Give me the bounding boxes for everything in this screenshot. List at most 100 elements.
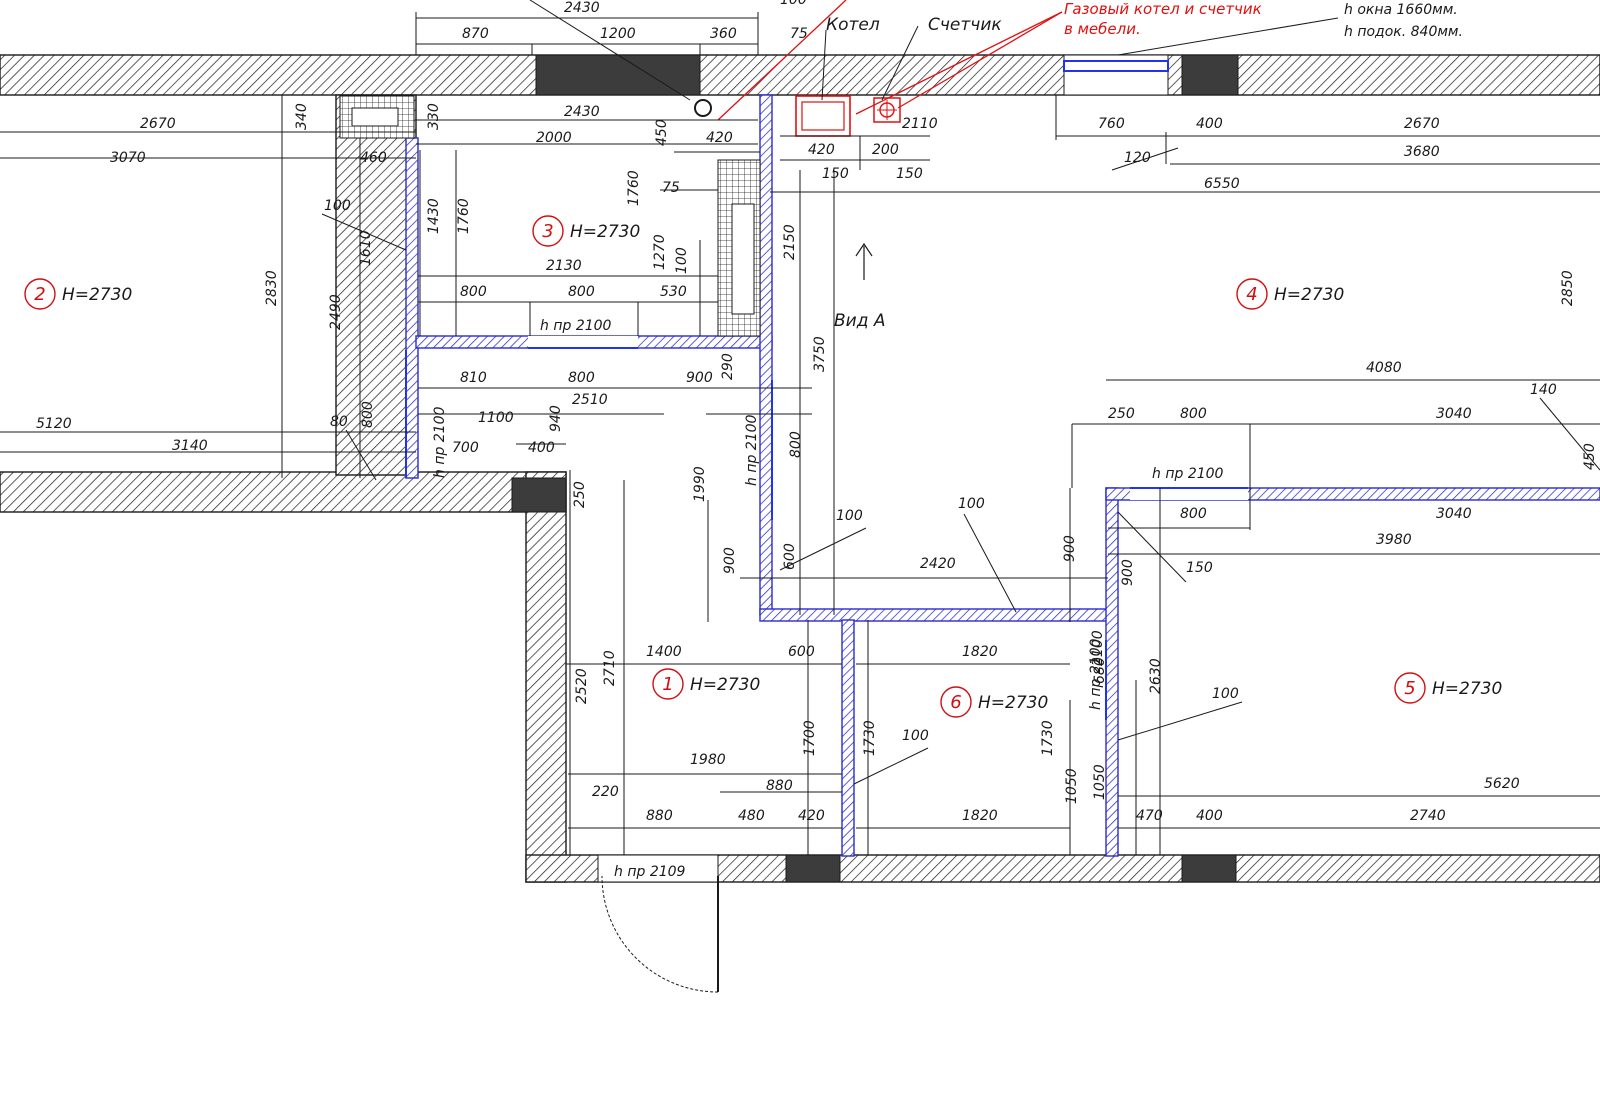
dim: 880 xyxy=(766,778,793,794)
wall-top xyxy=(0,54,1600,96)
dim: 1270 xyxy=(652,234,668,270)
dim: 2830 xyxy=(264,270,280,306)
column-1 xyxy=(535,54,701,96)
dim: 480 xyxy=(738,808,765,824)
dim: 75 xyxy=(662,180,680,196)
column-3 xyxy=(511,477,567,513)
wall-left-lower xyxy=(525,471,567,883)
dim: 2420 xyxy=(920,556,956,572)
dim: 810 xyxy=(460,370,487,386)
dim: 100 xyxy=(324,198,351,214)
view-a-arrow xyxy=(855,242,873,280)
partition-kitchen-v xyxy=(759,94,773,616)
room-4-height: H=2730 xyxy=(1274,285,1344,305)
dim: 900 xyxy=(1062,535,1078,562)
room-3: 3 H=2730 xyxy=(532,215,640,247)
dim: 680 xyxy=(1092,657,1108,684)
dim: 3070 xyxy=(110,150,146,166)
dim: 1730 xyxy=(862,720,878,756)
room-5-num: 5 xyxy=(1404,678,1415,699)
room-1: 1 H=2730 xyxy=(652,668,760,700)
dim: 4080 xyxy=(1366,360,1402,376)
dim: 290 xyxy=(720,353,736,380)
dim: 1200 xyxy=(600,26,636,42)
dim: 800 xyxy=(360,401,376,428)
partition-3-left xyxy=(405,137,419,479)
dim: 150 xyxy=(896,166,923,182)
dim: 760 xyxy=(1098,116,1125,132)
dim: 2430 xyxy=(564,0,600,16)
dim: 3140 xyxy=(172,438,208,454)
dim: 100 xyxy=(780,0,807,8)
dim: 360 xyxy=(710,26,737,42)
dim: 800 xyxy=(568,370,595,386)
floor-plan: 1 H=2730 2 H=2730 3 H=2730 4 H=2730 5 H=… xyxy=(0,0,1600,993)
room-4-num: 4 xyxy=(1246,284,1257,305)
dim: 2630 xyxy=(1148,658,1164,694)
dim: 100 xyxy=(1212,686,1239,702)
dim: 1760 xyxy=(456,198,472,234)
dim: 470 xyxy=(1136,808,1163,824)
dim: 3040 xyxy=(1436,406,1472,422)
dim: 420 xyxy=(798,808,825,824)
dim: 1760 xyxy=(626,170,642,206)
dim: 2430 xyxy=(564,104,600,120)
dim: 100 xyxy=(674,247,690,274)
dim: 400 xyxy=(1196,808,1223,824)
dim: 420 xyxy=(706,130,733,146)
dim: 330 xyxy=(426,103,442,130)
room-6-height: H=2730 xyxy=(978,693,1048,713)
dim: 220 xyxy=(592,784,619,800)
dim: 400 xyxy=(528,440,555,456)
room-4: 4 H=2730 xyxy=(1236,278,1344,310)
room-1-num: 1 xyxy=(662,674,673,695)
dim: 3750 xyxy=(812,336,828,372)
dim: 100 xyxy=(958,496,985,512)
dim: 150 xyxy=(822,166,849,182)
dim: 2670 xyxy=(140,116,176,132)
dim: 1050 xyxy=(1092,764,1108,800)
dim: 2130 xyxy=(546,258,582,274)
dim: 420 xyxy=(808,142,835,158)
dim: 2850 xyxy=(1560,270,1576,306)
dim: 800 xyxy=(568,284,595,300)
dim: 75 xyxy=(790,26,808,42)
dim: 1990 xyxy=(692,466,708,502)
sill-height-note: h подок. 840мм. xyxy=(1344,24,1463,40)
gas-note-line-2: в мебели. xyxy=(1064,20,1141,38)
dim: 1400 xyxy=(646,644,682,660)
meter-label: Счетчик xyxy=(928,15,1002,35)
dim: 800 xyxy=(1180,406,1207,422)
room-6: 6 H=2730 xyxy=(940,686,1048,718)
window-top xyxy=(1063,54,1169,96)
room-2-num: 2 xyxy=(34,284,45,305)
dim: 100 xyxy=(902,728,929,744)
dim: 600 xyxy=(782,543,798,570)
dim: 800 xyxy=(1180,506,1207,522)
dim: 800 xyxy=(460,284,487,300)
dim: 1820 xyxy=(962,644,998,660)
dim: 150 xyxy=(1186,560,1213,576)
dim: 5120 xyxy=(36,416,72,432)
room-2-height: H=2730 xyxy=(62,285,132,305)
room-5-height: H=2730 xyxy=(1432,679,1502,699)
dim: 450 xyxy=(1582,443,1598,470)
door-3-opening xyxy=(528,336,638,348)
dim: 3980 xyxy=(1376,532,1412,548)
dim: 600 xyxy=(788,644,815,660)
dim: 3040 xyxy=(1436,506,1472,522)
dim: 460 xyxy=(360,150,387,166)
partitions xyxy=(405,94,1600,857)
wall-left-bottom xyxy=(0,471,567,513)
room-3-height: H=2730 xyxy=(570,222,640,242)
dim: 400 xyxy=(1196,116,1223,132)
dim: 2000 xyxy=(536,130,572,146)
room-1-height: H=2730 xyxy=(690,675,760,695)
dim: 900 xyxy=(1120,559,1136,586)
dim: 450 xyxy=(654,119,670,146)
dim: 1100 xyxy=(478,410,514,426)
dim: 530 xyxy=(660,284,687,300)
door-2-height: h пр 2100 xyxy=(432,406,448,478)
dim: 6550 xyxy=(1204,176,1240,192)
dim: 250 xyxy=(572,481,588,508)
